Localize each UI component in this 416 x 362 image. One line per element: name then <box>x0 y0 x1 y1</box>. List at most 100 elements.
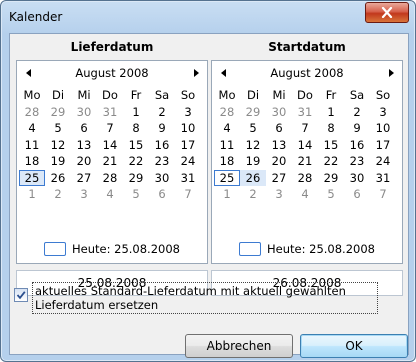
day-cell[interactable]: 22 <box>318 153 344 170</box>
day-cell[interactable]: 31 <box>175 170 201 187</box>
day-cell[interactable]: 5 <box>123 186 149 203</box>
day-cell[interactable]: 31 <box>370 170 396 187</box>
day-cell[interactable]: 16 <box>149 137 175 154</box>
replace-default-date-option[interactable]: aktuelles Standard-Lieferdatum mit aktue… <box>14 282 378 314</box>
day-cell[interactable]: 7 <box>97 120 123 137</box>
month-label[interactable]: August 2008 <box>212 66 402 80</box>
day-cell[interactable]: 31 <box>97 104 123 121</box>
month-label[interactable]: August 2008 <box>17 66 207 80</box>
today-link[interactable]: Heute: 25.08.2008 <box>212 241 402 257</box>
day-cell[interactable]: 4 <box>19 120 45 137</box>
day-cell[interactable]: 30 <box>71 104 97 121</box>
day-cell[interactable]: 29 <box>240 104 266 121</box>
day-cell[interactable]: 30 <box>344 170 370 187</box>
day-cell[interactable]: 28 <box>19 104 45 121</box>
day-cell[interactable]: 12 <box>45 137 71 154</box>
day-cell[interactable]: 2 <box>149 104 175 121</box>
today-link[interactable]: Heute: 25.08.2008 <box>17 241 207 257</box>
day-cell[interactable]: 11 <box>214 137 240 154</box>
day-cell[interactable]: 19 <box>45 153 71 170</box>
day-cell-today[interactable]: 25 <box>214 169 240 186</box>
day-cell[interactable]: 6 <box>344 186 370 203</box>
day-cell[interactable]: 17 <box>175 137 201 154</box>
day-cell-selected-today[interactable]: 25 <box>19 169 45 186</box>
day-cell[interactable]: 10 <box>370 120 396 137</box>
day-cell[interactable]: 2 <box>344 104 370 121</box>
window-title: Kalender <box>9 10 63 24</box>
day-cell[interactable]: 15 <box>123 137 149 154</box>
cancel-button[interactable]: Abbrechen <box>185 334 293 358</box>
day-cell[interactable]: 29 <box>318 170 344 187</box>
day-cell[interactable]: 8 <box>123 120 149 137</box>
next-month-button[interactable] <box>386 67 396 79</box>
day-cell[interactable]: 2 <box>45 186 71 203</box>
day-cell[interactable]: 29 <box>123 170 149 187</box>
day-cell[interactable]: 3 <box>370 104 396 121</box>
day-cell[interactable]: 1 <box>123 104 149 121</box>
day-cell[interactable]: 14 <box>292 137 318 154</box>
week-row: 28 29 30 31 1 2 3 <box>19 104 201 121</box>
ok-button[interactable]: OK <box>300 334 408 358</box>
day-cell[interactable]: 13 <box>71 137 97 154</box>
day-cell[interactable]: 19 <box>240 153 266 170</box>
day-cell[interactable]: 4 <box>292 186 318 203</box>
day-cell[interactable]: 28 <box>214 104 240 121</box>
day-cell[interactable]: 23 <box>344 153 370 170</box>
day-cell[interactable]: 23 <box>149 153 175 170</box>
day-cell[interactable]: 17 <box>370 137 396 154</box>
day-cell[interactable]: 20 <box>266 153 292 170</box>
day-cell[interactable]: 9 <box>149 120 175 137</box>
day-cell[interactable]: 24 <box>370 153 396 170</box>
day-cell[interactable]: 3 <box>71 186 97 203</box>
day-cell[interactable]: 11 <box>19 137 45 154</box>
day-cell[interactable]: 9 <box>344 120 370 137</box>
day-cell[interactable]: 18 <box>19 153 45 170</box>
day-cell[interactable]: 14 <box>97 137 123 154</box>
day-cell[interactable]: 26 <box>45 170 71 187</box>
day-cell[interactable]: 1 <box>19 186 45 203</box>
replace-default-date-checkbox[interactable] <box>14 288 28 302</box>
arrow-right-icon <box>388 69 394 77</box>
day-cell[interactable]: 5 <box>240 120 266 137</box>
day-cell[interactable]: 1 <box>318 104 344 121</box>
day-cell[interactable]: 24 <box>175 153 201 170</box>
day-cell[interactable]: 3 <box>266 186 292 203</box>
day-cell[interactable]: 31 <box>292 104 318 121</box>
day-cell[interactable]: 1 <box>214 186 240 203</box>
day-cell[interactable]: 5 <box>318 186 344 203</box>
day-cell[interactable]: 10 <box>175 120 201 137</box>
day-cell[interactable]: 4 <box>214 120 240 137</box>
day-cell[interactable]: 30 <box>149 170 175 187</box>
day-cell[interactable]: 6 <box>149 186 175 203</box>
day-cell[interactable]: 28 <box>292 170 318 187</box>
replace-default-date-label[interactable]: aktuelles Standard-Lieferdatum mit aktue… <box>32 282 378 314</box>
close-button[interactable] <box>365 2 409 23</box>
day-cell[interactable]: 7 <box>175 186 201 203</box>
day-cell[interactable]: 16 <box>344 137 370 154</box>
day-cell[interactable]: 29 <box>45 104 71 121</box>
day-cell[interactable]: 18 <box>214 153 240 170</box>
day-cell[interactable]: 28 <box>97 170 123 187</box>
day-cell[interactable]: 6 <box>71 120 97 137</box>
day-cell[interactable]: 6 <box>266 120 292 137</box>
day-cell[interactable]: 4 <box>97 186 123 203</box>
day-cell[interactable]: 7 <box>370 186 396 203</box>
day-cell-selected[interactable]: 26 <box>240 169 266 186</box>
day-cell[interactable]: 21 <box>292 153 318 170</box>
next-month-button[interactable] <box>191 67 201 79</box>
day-cell[interactable]: 13 <box>266 137 292 154</box>
day-cell[interactable]: 3 <box>175 104 201 121</box>
day-cell[interactable]: 27 <box>71 170 97 187</box>
day-cell[interactable]: 12 <box>240 137 266 154</box>
day-cell[interactable]: 2 <box>240 186 266 203</box>
day-cell[interactable]: 20 <box>71 153 97 170</box>
day-cell[interactable]: 27 <box>266 170 292 187</box>
day-cell[interactable]: 7 <box>292 120 318 137</box>
day-cell[interactable]: 5 <box>45 120 71 137</box>
day-cell[interactable]: 30 <box>266 104 292 121</box>
title-bar[interactable]: Kalender <box>1 1 415 33</box>
day-cell[interactable]: 21 <box>97 153 123 170</box>
day-cell[interactable]: 22 <box>123 153 149 170</box>
day-cell[interactable]: 8 <box>318 120 344 137</box>
day-cell[interactable]: 15 <box>318 137 344 154</box>
